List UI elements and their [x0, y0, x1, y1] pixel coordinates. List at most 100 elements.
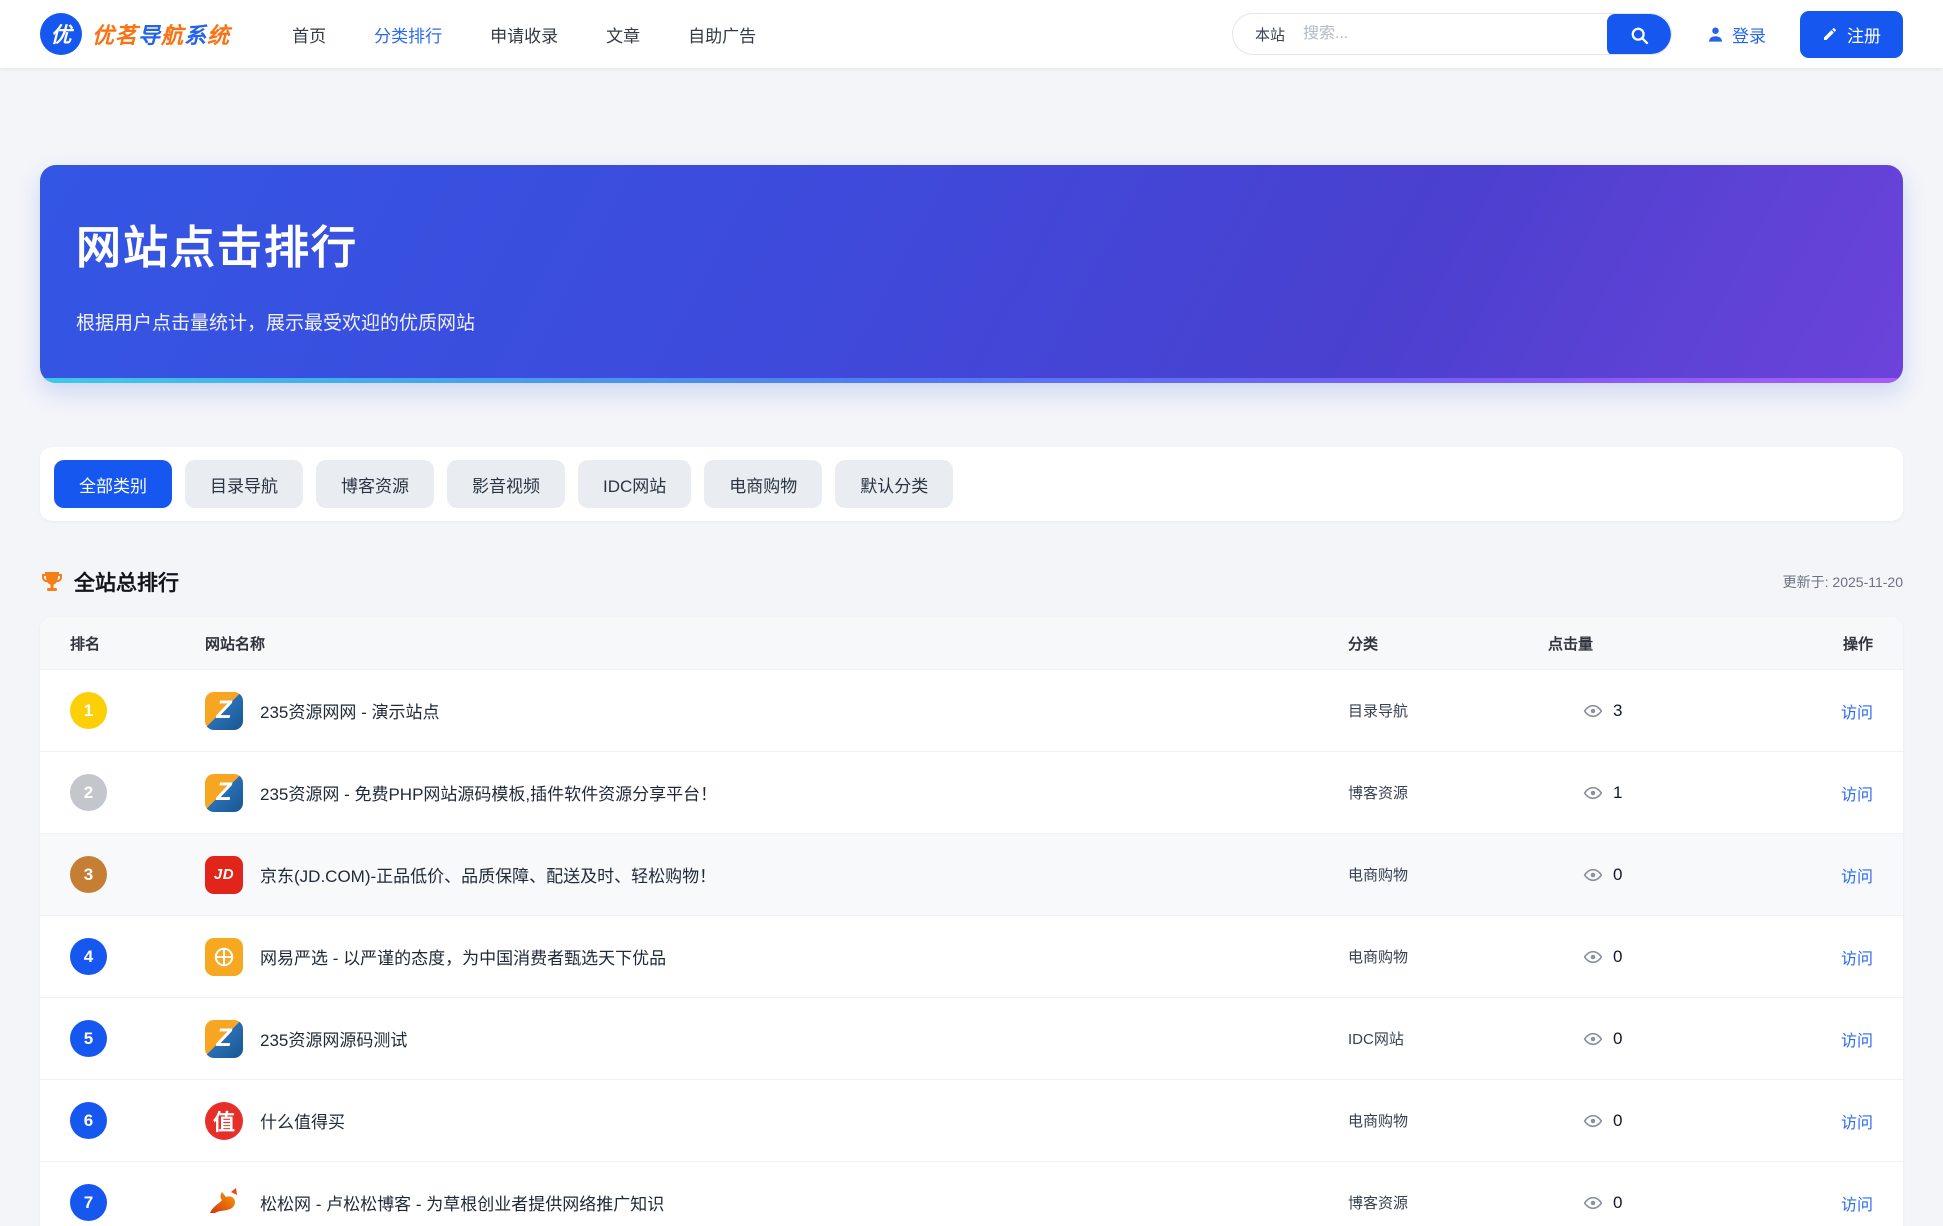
nav-item-self-ads[interactable]: 自助广告 [688, 22, 756, 47]
visit-link[interactable]: 访问 [1783, 699, 1873, 723]
site-category: 目录导航 [1348, 700, 1548, 721]
site-category: 电商购物 [1348, 1110, 1548, 1131]
col-site: 网站名称 [205, 633, 1348, 654]
rank-badge-silver: 2 [70, 774, 107, 811]
eye-icon [1583, 947, 1603, 967]
site-name[interactable]: 什么值得买 [260, 1108, 345, 1133]
site-category: IDC网站 [1348, 1028, 1548, 1049]
site-favicon-z: Z [205, 692, 243, 730]
main-nav: 首页 分类排行 申请收录 文章 自助广告 [292, 22, 756, 47]
visit-link[interactable]: 访问 [1783, 781, 1873, 805]
ranking-section-header: 全站总排行 更新于: 2025-11-20 [40, 567, 1903, 597]
page-content: 网站点击排行 根据用户点击量统计，展示最受欢迎的优质网站 全部类别 目录导航 博… [0, 68, 1943, 1226]
filter-all-categories[interactable]: 全部类别 [54, 460, 172, 508]
filter-directory-nav[interactable]: 目录导航 [185, 460, 303, 508]
search-icon [1629, 25, 1650, 46]
table-row: 5 Z 235资源网源码测试 IDC网站 0 访问 [40, 997, 1903, 1079]
table-row: 3 JD 京东(JD.COM)-正品低价、品质保障、配送及时、轻松购物！ 电商购… [40, 833, 1903, 915]
filter-blog-resources[interactable]: 博客资源 [316, 460, 434, 508]
visit-link[interactable]: 访问 [1783, 863, 1873, 887]
page-title: 网站点击排行 [76, 211, 1867, 276]
filter-ecommerce[interactable]: 电商购物 [704, 460, 822, 508]
eye-icon [1583, 865, 1603, 885]
site-favicon-z: Z [205, 1020, 243, 1058]
updated-timestamp: 更新于: 2025-11-20 [1783, 572, 1903, 592]
site-name[interactable]: 235资源网网 - 演示站点 [260, 698, 439, 723]
visit-link[interactable]: 访问 [1783, 1027, 1873, 1051]
col-category: 分类 [1348, 633, 1548, 654]
nav-item-submit-site[interactable]: 申请收录 [490, 22, 558, 47]
ranking-table: 排名 网站名称 分类 点击量 操作 1 Z 235资源网网 - 演示站点 目录导… [40, 617, 1903, 1226]
click-count: 0 [1613, 1111, 1622, 1131]
section-title: 全站总排行 [40, 567, 179, 597]
rank-badge: 7 [70, 1184, 107, 1221]
table-row: 6 值 什么值得买 电商购物 0 访问 [40, 1079, 1903, 1161]
navbar-right: 本站 登录 注册 [1232, 11, 1903, 58]
click-count: 3 [1613, 701, 1622, 721]
visit-link[interactable]: 访问 [1783, 945, 1873, 969]
eye-icon [1583, 1029, 1603, 1049]
pencil-icon [1822, 26, 1838, 42]
login-link[interactable]: 登录 [1706, 22, 1766, 47]
table-header-row: 排名 网站名称 分类 点击量 操作 [40, 617, 1903, 669]
site-category: 博客资源 [1348, 782, 1548, 803]
site-favicon-zhi: 值 [205, 1102, 243, 1140]
col-clicks: 点击量 [1548, 633, 1783, 654]
visit-link[interactable]: 访问 [1783, 1109, 1873, 1133]
site-favicon-z: Z [205, 774, 243, 812]
site-category: 博客资源 [1348, 1192, 1548, 1213]
site-name[interactable]: 京东(JD.COM)-正品低价、品质保障、配送及时、轻松购物！ [260, 862, 716, 887]
click-count: 0 [1613, 1193, 1622, 1213]
category-filter-bar: 全部类别 目录导航 博客资源 影音视频 IDC网站 电商购物 默认分类 [40, 447, 1903, 521]
rank-badge-bronze: 3 [70, 856, 107, 893]
logo-icon: 优 [40, 13, 82, 55]
trophy-icon [40, 570, 64, 594]
register-button[interactable]: 注册 [1800, 11, 1903, 58]
brand-logo[interactable]: 优 优茗导航系统 [40, 13, 230, 55]
eye-icon [1583, 783, 1603, 803]
table-row: 2 Z 235资源网 - 免费PHP网站源码模板,插件软件资源分享平台！ 博客资… [40, 751, 1903, 833]
table-row: 4 网易严选 - 以严谨的态度，为中国消费者甄选天下优品 电商购物 0 访问 [40, 915, 1903, 997]
col-action: 操作 [1783, 633, 1873, 654]
search-bar: 本站 [1232, 13, 1672, 55]
hero-accent-strip [40, 378, 1903, 383]
eye-icon [1583, 1193, 1603, 1213]
click-count: 0 [1613, 947, 1622, 967]
site-name[interactable]: 松松网 - 卢松松博客 - 为草根创业者提供网络推广知识 [260, 1190, 664, 1215]
site-name[interactable]: 235资源网 - 免费PHP网站源码模板,插件软件资源分享平台！ [260, 780, 717, 805]
table-row: 1 Z 235资源网网 - 演示站点 目录导航 3 访问 [40, 669, 1903, 751]
site-name[interactable]: 235资源网源码测试 [260, 1026, 407, 1051]
site-category: 电商购物 [1348, 864, 1548, 885]
search-scope-select[interactable]: 本站 [1233, 24, 1303, 45]
site-favicon-yanxuan [205, 938, 243, 976]
rank-badge-gold: 1 [70, 692, 107, 729]
nav-item-category-ranking[interactable]: 分类排行 [374, 22, 442, 47]
user-icon [1706, 25, 1725, 44]
filter-video-media[interactable]: 影音视频 [447, 460, 565, 508]
site-favicon-jd: JD [205, 856, 243, 894]
hero-banner: 网站点击排行 根据用户点击量统计，展示最受欢迎的优质网站 [40, 165, 1903, 383]
section-title-text: 全站总排行 [74, 567, 179, 597]
brand-name: 优茗导航系统 [92, 18, 230, 50]
login-label: 登录 [1732, 22, 1766, 47]
click-count: 0 [1613, 865, 1622, 885]
page-subtitle: 根据用户点击量统计，展示最受欢迎的优质网站 [76, 308, 1867, 335]
filter-default-category[interactable]: 默认分类 [835, 460, 953, 508]
visit-link[interactable]: 访问 [1783, 1191, 1873, 1215]
table-row: 7 松松网 - 卢松松博客 - 为草根创业者提供网络推广知识 博客资源 0 [40, 1161, 1903, 1226]
rank-badge: 4 [70, 938, 107, 975]
eye-icon [1583, 1111, 1603, 1131]
click-count: 0 [1613, 1029, 1622, 1049]
site-name[interactable]: 网易严选 - 以严谨的态度，为中国消费者甄选天下优品 [260, 944, 666, 969]
site-category: 电商购物 [1348, 946, 1548, 967]
eye-icon [1583, 701, 1603, 721]
nav-item-home[interactable]: 首页 [292, 22, 326, 47]
col-rank: 排名 [70, 633, 205, 654]
filter-idc-sites[interactable]: IDC网站 [578, 460, 691, 508]
nav-item-articles[interactable]: 文章 [606, 22, 640, 47]
search-button[interactable] [1607, 14, 1671, 55]
register-label: 注册 [1847, 22, 1881, 47]
click-count: 1 [1613, 783, 1622, 803]
rank-badge: 5 [70, 1020, 107, 1057]
top-navbar: 优 优茗导航系统 首页 分类排行 申请收录 文章 自助广告 本站 [0, 0, 1943, 68]
